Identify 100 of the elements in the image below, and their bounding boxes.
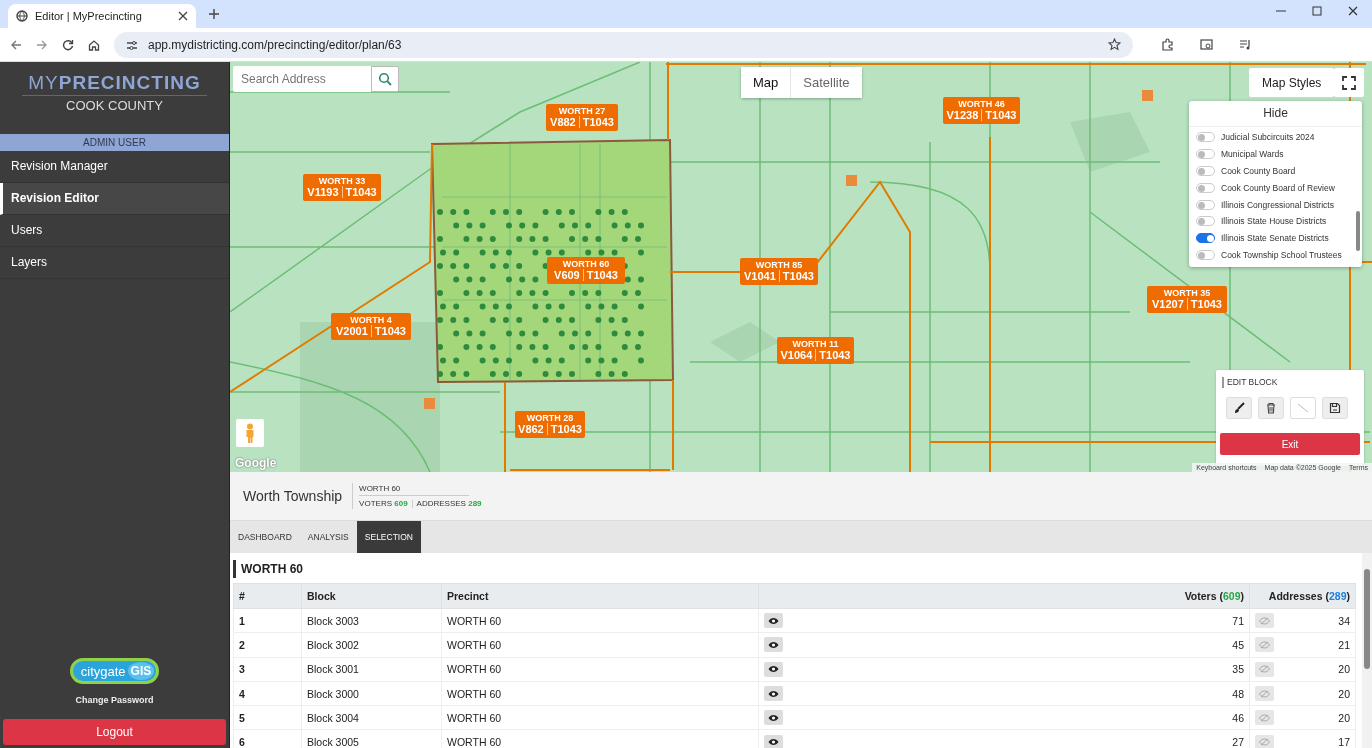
eye-off-icon — [1259, 738, 1270, 747]
site-settings-icon[interactable] — [126, 38, 138, 51]
eye-off-icon — [1259, 665, 1270, 674]
nav-item[interactable]: Revision Editor — [0, 183, 229, 215]
count-text: 17 — [1338, 736, 1350, 748]
map-type-tab[interactable]: Satellite — [790, 67, 862, 98]
count-text: 34 — [1338, 614, 1350, 627]
trash-tool-button[interactable] — [1258, 397, 1284, 419]
exit-button[interactable]: Exit — [1220, 433, 1360, 455]
layer-toggle[interactable] — [1196, 166, 1215, 176]
back-icon[interactable] — [10, 38, 22, 51]
eye-icon — [767, 616, 779, 625]
search-button[interactable] — [371, 66, 399, 92]
row-number: 6 — [233, 730, 302, 748]
layer-toggle[interactable] — [1196, 216, 1215, 227]
layer-label: Cook County Board of Review — [1221, 182, 1335, 193]
show-button[interactable] — [763, 710, 783, 726]
tab-title: Editor | MyPrecincting — [35, 10, 143, 22]
forward-icon[interactable] — [36, 38, 48, 51]
row-number: 4 — [233, 681, 302, 706]
media-icon[interactable] — [1239, 38, 1252, 51]
close-icon[interactable] — [1348, 6, 1358, 16]
precinct-name: WORTH 46 — [957, 99, 1006, 109]
column-header[interactable]: Voters (609) — [758, 583, 1250, 609]
nav-item[interactable]: Users — [0, 215, 229, 247]
layer-label: Judicial Subcircuits 2024 — [1221, 132, 1315, 143]
home-icon[interactable] — [88, 38, 100, 51]
total-count: T1043 — [374, 325, 406, 337]
browser-tab[interactable]: Editor | MyPrecincting — [8, 4, 196, 28]
table-cell: WORTH 60 — [441, 657, 759, 682]
count-text: 46 — [1232, 711, 1244, 724]
hide-button[interactable]: Hide — [1189, 101, 1362, 127]
tab[interactable]: DASHBOARD — [230, 521, 300, 553]
eye-off-icon — [1259, 689, 1270, 698]
column-header[interactable]: Block — [301, 583, 442, 609]
layer-toggle[interactable] — [1196, 199, 1215, 210]
maximize-icon[interactable] — [1312, 6, 1322, 16]
map-type-tab[interactable]: Map — [741, 67, 791, 98]
county-name: COOK COUNTY — [66, 98, 163, 113]
scrollbar[interactable] — [1356, 211, 1360, 251]
voter-count: V2001 — [336, 325, 368, 337]
column-header[interactable]: Addresses (289) — [1249, 583, 1356, 609]
layer-label: Municipal Wards — [1221, 149, 1284, 160]
show-button[interactable] — [763, 734, 783, 748]
trash-icon — [1265, 402, 1277, 414]
row-number: 5 — [233, 705, 302, 730]
layer-toggle[interactable] — [1196, 149, 1215, 160]
brush-tool-button[interactable] — [1226, 397, 1252, 419]
show-button[interactable] — [763, 637, 783, 653]
table-cell: Block 3000 — [301, 681, 442, 706]
total-count: T1043 — [782, 270, 814, 282]
nav-item[interactable]: Layers — [0, 247, 229, 279]
brand-title: MYPRECINCTING — [22, 72, 207, 96]
layer-toggle[interactable] — [1196, 182, 1215, 193]
column-header[interactable]: # — [233, 583, 302, 609]
scrollbar[interactable] — [1364, 569, 1370, 669]
search-field[interactable]: Search Address — [233, 66, 371, 92]
eye-icon — [767, 713, 779, 722]
search-tab-icon[interactable] — [1200, 38, 1213, 51]
column-header[interactable]: Precinct — [441, 583, 759, 609]
map-styles-button[interactable]: Map Styles — [1249, 68, 1335, 97]
save-icon — [1329, 402, 1341, 414]
reload-icon[interactable] — [62, 38, 74, 51]
layer-toggle[interactable] — [1196, 233, 1215, 244]
fullscreen-button[interactable] — [1334, 68, 1364, 97]
layer-label: Cook County Board — [1221, 166, 1296, 176]
layer-toggle[interactable] — [1196, 249, 1215, 260]
table-cell: Block 3001 — [301, 657, 442, 682]
show-button[interactable] — [763, 613, 783, 629]
layer-toggle[interactable] — [1196, 132, 1215, 143]
star-icon[interactable] — [1108, 38, 1121, 51]
table-cell: Block 3004 — [301, 705, 442, 730]
tab[interactable]: SELECTION — [356, 521, 421, 553]
count-text: 21 — [1338, 638, 1350, 651]
tab[interactable]: ANALYSIS — [299, 521, 357, 553]
addresses-count: 289 — [468, 499, 482, 508]
logout-button[interactable]: Logout — [3, 719, 226, 745]
eye-off-icon — [1259, 640, 1270, 649]
change-password-link[interactable]: Change Password — [0, 695, 229, 705]
row-number: 1 — [233, 608, 302, 633]
total-count: T1043 — [345, 186, 377, 198]
count-text: 20 — [1338, 687, 1350, 700]
save-tool-button[interactable] — [1322, 397, 1348, 419]
precinct-name: WORTH 85 — [754, 260, 804, 270]
show-button[interactable] — [763, 686, 783, 702]
eye-icon — [767, 689, 779, 698]
voter-count: V1041 — [744, 270, 776, 282]
count-text: 27 — [1232, 736, 1244, 748]
table-cell: Block 3003 — [301, 608, 442, 633]
extensions-icon[interactable] — [1161, 38, 1174, 51]
section-title: WORTH 60 — [233, 560, 1356, 578]
table-cell: WORTH 60 — [441, 681, 759, 706]
role-banner: ADMIN USER — [0, 134, 229, 151]
show-button[interactable] — [763, 661, 783, 677]
row-number: 3 — [233, 657, 302, 682]
new-tab-icon[interactable] — [208, 8, 220, 20]
precinct-name: WORTH 60 — [359, 484, 470, 496]
close-icon[interactable] — [178, 11, 188, 21]
layer-label: Illinois Congressional Districts — [1221, 199, 1334, 210]
voter-count: V1238 — [946, 109, 979, 121]
